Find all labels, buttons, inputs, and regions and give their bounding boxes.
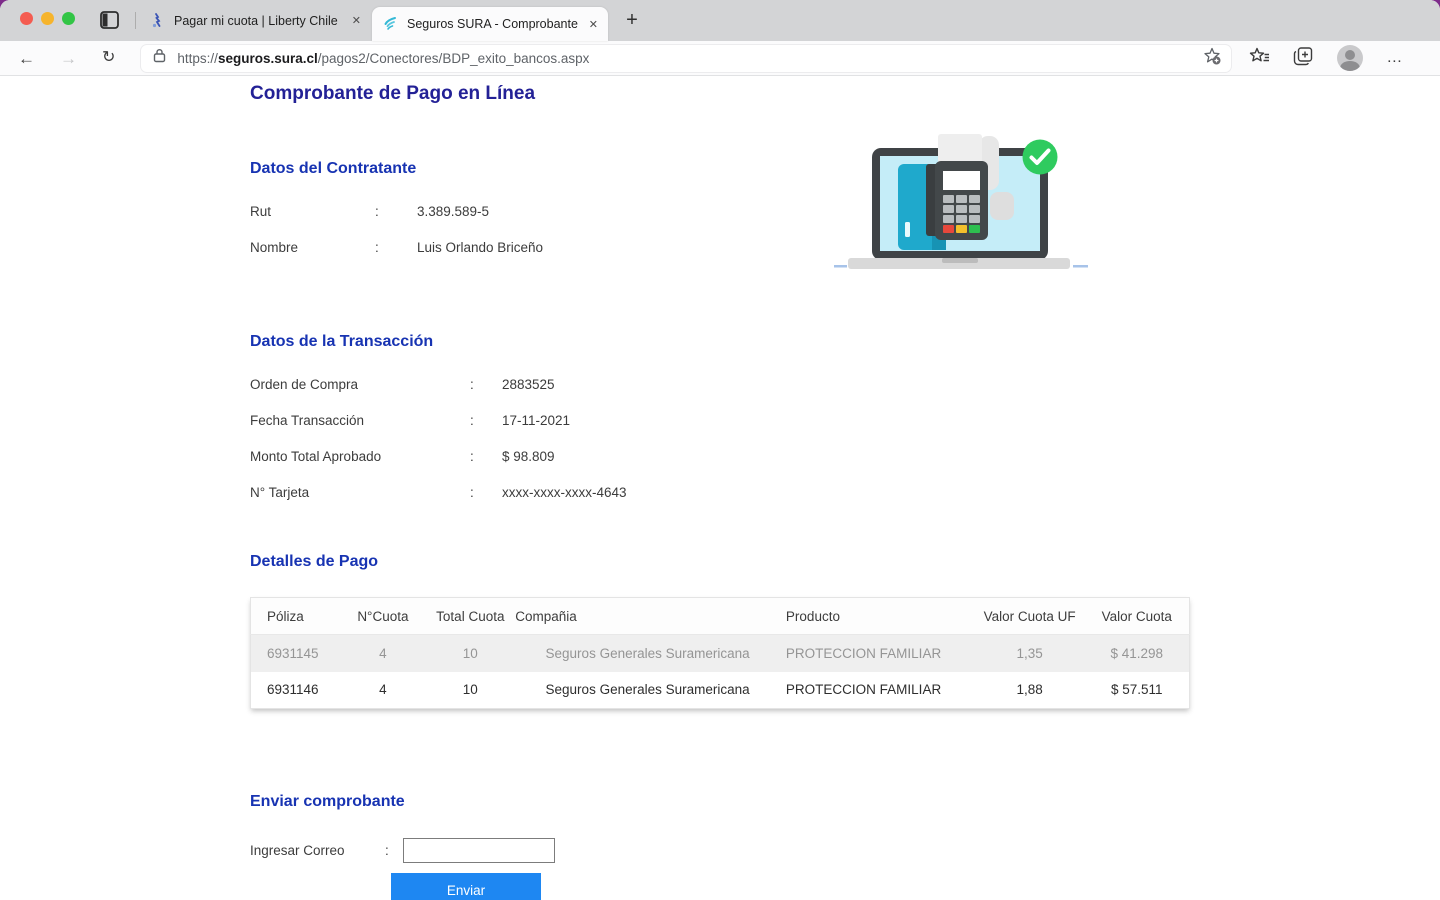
payment-details-heading: Detalles de Pago — [250, 553, 1440, 571]
col-poliza: Póliza — [251, 598, 341, 635]
refresh-button[interactable]: ↻ — [102, 50, 115, 66]
rut-value: 3.389.589-5 — [417, 204, 489, 219]
minimize-window-button[interactable] — [41, 12, 54, 25]
vertical-tabs-icon[interactable] — [100, 11, 120, 30]
orden-compra-row: Orden de Compra : 2883525 — [250, 377, 1440, 413]
email-label: Ingresar Correo — [250, 843, 385, 858]
ellipsis-icon[interactable]: … — [1386, 53, 1403, 63]
table-row: 6931145 4 10 Seguros Generales Surameric… — [251, 635, 1190, 672]
monto-aprobado-value: $ 98.809 — [502, 449, 555, 464]
tab-bar: Pagar mi cuota | Liberty Chile ✕ Seguros… — [0, 0, 1440, 41]
transaction-heading: Datos de la Transacción — [250, 333, 1440, 351]
favorites-icon[interactable] — [1249, 46, 1270, 71]
col-compania: Compañia — [515, 598, 780, 635]
url-path: /pagos2/Conectores/BDP_exito_bancos.aspx — [318, 51, 590, 66]
separator: : — [470, 413, 502, 428]
orden-compra-value: 2883525 — [502, 377, 555, 392]
collections-icon[interactable] — [1293, 46, 1314, 71]
zoom-window-button[interactable] — [62, 12, 75, 25]
url-protocol: https:// — [177, 51, 218, 66]
nombre-value: Luis Orlando Briceño — [417, 240, 543, 255]
profile-avatar[interactable] — [1337, 45, 1363, 71]
back-button[interactable]: ← — [18, 50, 35, 67]
cell-ncuota: 4 — [340, 635, 425, 672]
col-valor-cuota: Valor Cuota — [1085, 598, 1190, 635]
close-icon[interactable]: ✕ — [589, 18, 598, 31]
close-window-button[interactable] — [20, 12, 33, 25]
url-text: https://seguros.sura.cl/pagos2/Conectore… — [177, 51, 589, 66]
cell-compania: Seguros Generales Suramericana — [515, 672, 780, 709]
transaction-rows: Orden de Compra : 2883525 Fecha Transacc… — [250, 377, 1440, 521]
send-button[interactable]: Enviar — [391, 873, 541, 900]
cell-valor-cuota: $ 41.298 — [1085, 635, 1190, 672]
fecha-transaccion-label: Fecha Transacción — [250, 413, 470, 428]
cell-total-cuota: 10 — [425, 672, 515, 709]
email-input[interactable] — [403, 838, 555, 863]
separator: : — [470, 485, 502, 500]
email-row: Ingresar Correo : — [250, 838, 1440, 863]
close-icon[interactable]: ✕ — [352, 14, 361, 27]
send-receipt-heading: Enviar comprobante — [250, 793, 1440, 811]
forward-button[interactable]: → — [60, 50, 77, 67]
separator: : — [375, 204, 417, 219]
table-header-row: Póliza N°Cuota Total Cuota Compañia Prod… — [251, 598, 1190, 635]
page-title: Comprobante de Pago en Línea — [250, 83, 1440, 105]
numero-tarjeta-row: N° Tarjeta : xxxx-xxxx-xxxx-4643 — [250, 485, 1440, 521]
lock-icon[interactable] — [153, 48, 166, 68]
url-domain: seguros.sura.cl — [218, 51, 318, 66]
pos-display — [943, 171, 980, 190]
cell-total-cuota: 10 — [425, 635, 515, 672]
add-favorite-icon[interactable] — [1202, 46, 1222, 71]
pos-keypad — [943, 195, 980, 223]
new-tab-button[interactable]: + — [620, 8, 644, 32]
numero-tarjeta-label: N° Tarjeta — [250, 485, 470, 500]
separator: : — [470, 377, 502, 392]
cell-valor-cuota-uf: 1,88 — [975, 672, 1085, 709]
rut-label: Rut — [250, 204, 375, 219]
browser-window: Pagar mi cuota | Liberty Chile ✕ Seguros… — [0, 0, 1440, 900]
monto-aprobado-row: Monto Total Aprobado : $ 98.809 — [250, 449, 1440, 485]
col-valor-cuota-uf: Valor Cuota UF — [975, 598, 1085, 635]
payment-success-illustration — [832, 130, 1090, 276]
payment-details-table: Póliza N°Cuota Total Cuota Compañia Prod… — [250, 597, 1190, 709]
tab-seguros-sura[interactable]: Seguros SURA - Comprobante ✕ — [372, 7, 608, 41]
cell-ncuota: 4 — [340, 672, 425, 709]
col-producto: Producto — [780, 598, 975, 635]
liberty-favicon — [149, 13, 165, 29]
address-bar[interactable]: https://seguros.sura.cl/pagos2/Conectore… — [141, 45, 1231, 72]
sura-favicon — [382, 16, 398, 32]
orden-compra-label: Orden de Compra — [250, 377, 470, 392]
cell-producto: PROTECCION FAMILIAR — [780, 672, 975, 709]
table-row: 6931146 4 10 Seguros Generales Surameric… — [251, 672, 1190, 709]
tab-separator — [135, 12, 136, 29]
tab-title: Pagar mi cuota | Liberty Chile — [174, 14, 344, 28]
numero-tarjeta-value: xxxx-xxxx-xxxx-4643 — [502, 485, 627, 500]
fecha-transaccion-row: Fecha Transacción : 17-11-2021 — [250, 413, 1440, 449]
cell-poliza: 6931145 — [251, 635, 341, 672]
col-total-cuota: Total Cuota — [425, 598, 515, 635]
browser-toolbar: ← → ↻ https://seguros.sura.cl/pagos2/Con… — [0, 41, 1440, 76]
cell-compania: Seguros Generales Suramericana — [515, 635, 780, 672]
cell-poliza: 6931146 — [251, 672, 341, 709]
monto-aprobado-label: Monto Total Aprobado — [250, 449, 470, 464]
separator: : — [385, 843, 403, 858]
col-ncuota: N°Cuota — [340, 598, 425, 635]
page-content: Comprobante de Pago en Línea Datos del C… — [0, 76, 1440, 900]
tab-title: Seguros SURA - Comprobante — [407, 17, 581, 31]
cell-valor-cuota-uf: 1,35 — [975, 635, 1085, 672]
nombre-label: Nombre — [250, 240, 375, 255]
toolbar-right-icons: … — [1249, 45, 1426, 71]
fecha-transaccion-value: 17-11-2021 — [502, 413, 570, 428]
tab-liberty-chile[interactable]: Pagar mi cuota | Liberty Chile ✕ — [141, 4, 369, 37]
cell-valor-cuota: $ 57.511 — [1085, 672, 1190, 709]
separator: : — [375, 240, 417, 255]
cell-producto: PROTECCION FAMILIAR — [780, 635, 975, 672]
separator: : — [470, 449, 502, 464]
